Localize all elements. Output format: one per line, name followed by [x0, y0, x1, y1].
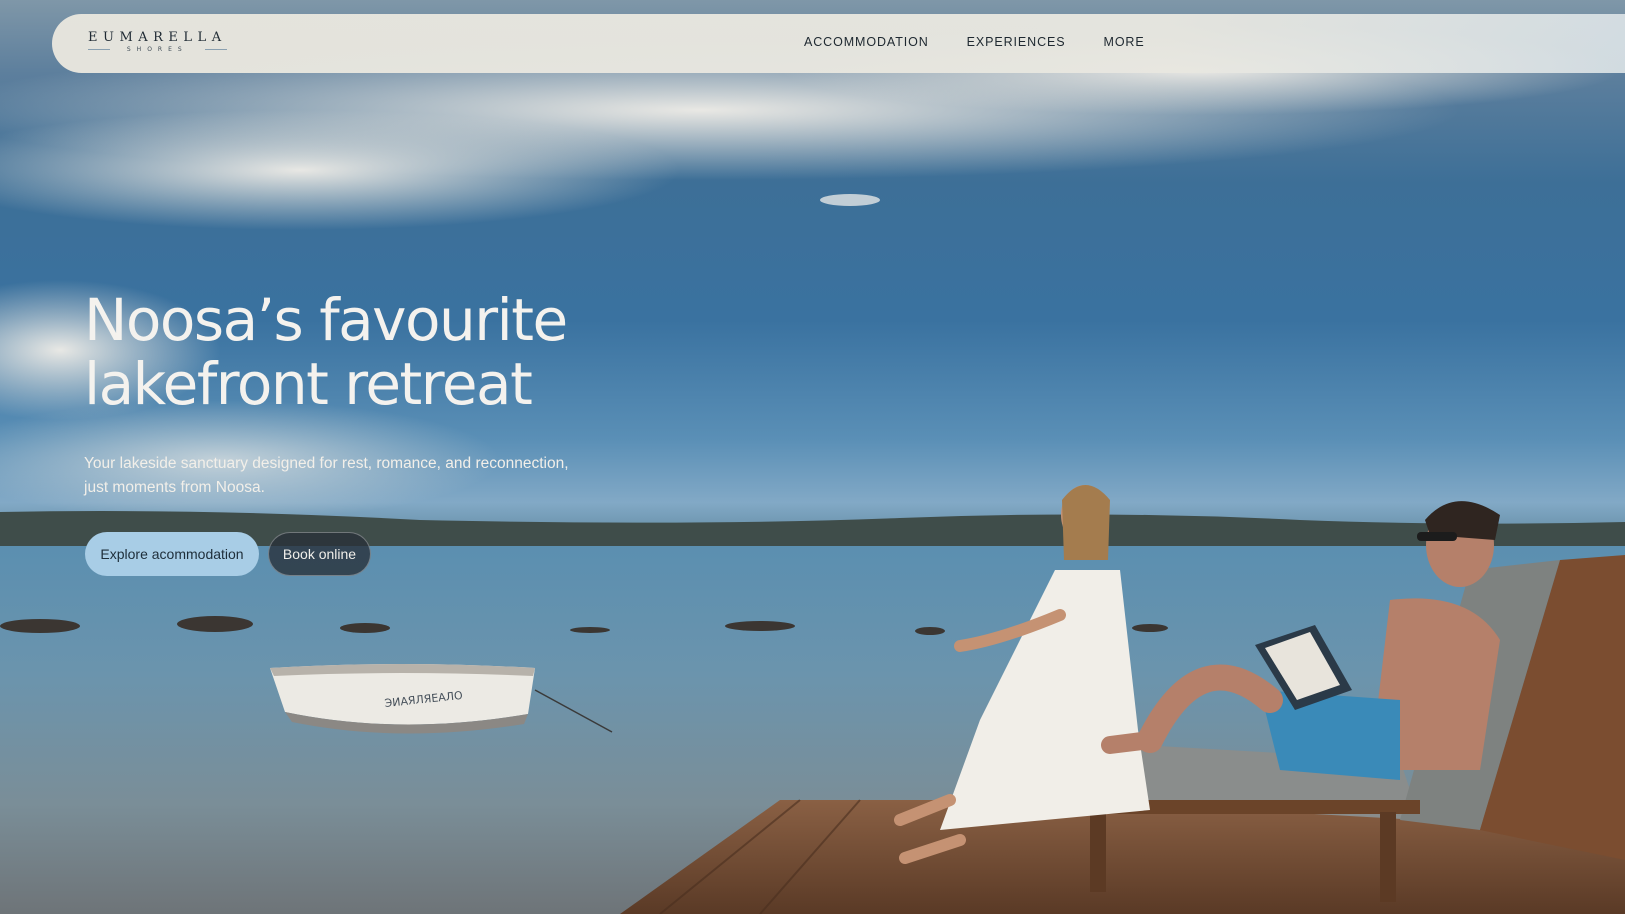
subtitle-line-2: just moments from Noosa.	[84, 479, 265, 496]
headline-line-1: Noosa’s favourite	[84, 286, 568, 354]
nav-links: ACCOMMODATION EXPERIENCES MORE	[804, 35, 1145, 49]
nav-item-accommodation[interactable]: ACCOMMODATION	[804, 35, 929, 49]
logo-subtitle: SHORES	[88, 45, 227, 54]
hero-section: ЭИАЯЛЯЕАЛО EUMARELLA SHORES ACCOMMODATIO…	[0, 0, 1625, 914]
hero-headline: Noosa’s favourite lakefront retreat	[84, 286, 568, 418]
nav-item-more[interactable]: MORE	[1104, 35, 1145, 49]
book-online-button[interactable]: Book online	[268, 532, 371, 576]
cloud-shape	[820, 194, 880, 206]
subtitle-line-1: Your lakeside sanctuary designed for res…	[84, 455, 569, 472]
headline-line-2: lakefront retreat	[84, 350, 533, 418]
nav-item-experiences[interactable]: EXPERIENCES	[967, 35, 1066, 49]
hero-subtitle: Your lakeside sanctuary designed for res…	[84, 452, 604, 500]
top-navigation-bar: EUMARELLA SHORES ACCOMMODATION EXPERIENC…	[52, 14, 1625, 73]
brand-logo[interactable]: EUMARELLA SHORES	[88, 31, 227, 54]
logo-wordmark: EUMARELLA	[88, 30, 227, 45]
explore-accommodation-button[interactable]: Explore acommodation	[85, 532, 259, 576]
